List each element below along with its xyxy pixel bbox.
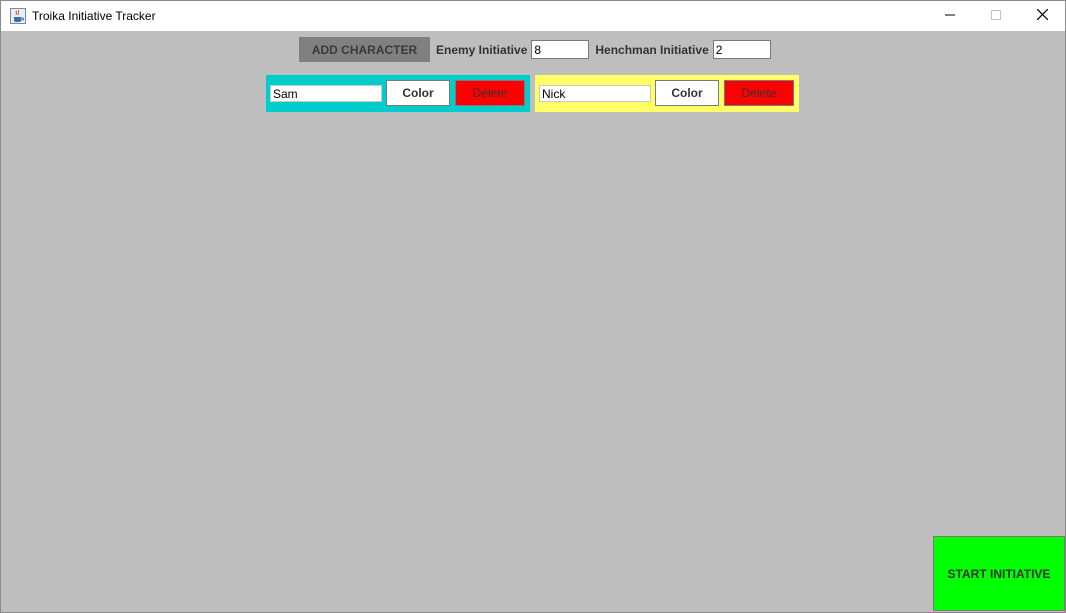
minimize-button[interactable] bbox=[927, 1, 973, 31]
color-button[interactable]: Color bbox=[386, 80, 450, 106]
window-title: Troika Initiative Tracker bbox=[32, 9, 156, 23]
character-card: Color Delete bbox=[266, 75, 530, 112]
start-initiative-button[interactable]: START INITIATIVE bbox=[933, 536, 1065, 611]
main-panel: ADD CHARACTER Enemy Initiative Henchman … bbox=[1, 31, 1065, 612]
character-name-input[interactable] bbox=[270, 85, 382, 102]
toolbar: ADD CHARACTER Enemy Initiative Henchman … bbox=[299, 37, 771, 62]
color-button[interactable]: Color bbox=[655, 80, 719, 106]
henchman-initiative-label: Henchman Initiative bbox=[595, 42, 709, 57]
minimize-icon bbox=[945, 7, 955, 25]
maximize-icon bbox=[991, 7, 1001, 25]
title-bar: Troika Initiative Tracker bbox=[1, 1, 1065, 31]
add-character-button[interactable]: ADD CHARACTER bbox=[299, 37, 430, 62]
character-card: Color Delete bbox=[535, 75, 799, 112]
java-cup-icon bbox=[10, 8, 26, 24]
enemy-initiative-label: Enemy Initiative bbox=[436, 42, 528, 57]
delete-button[interactable]: Delete bbox=[724, 80, 794, 106]
delete-button[interactable]: Delete bbox=[455, 80, 525, 106]
enemy-initiative-input[interactable] bbox=[531, 40, 590, 59]
close-button[interactable] bbox=[1019, 1, 1065, 31]
maximize-button[interactable] bbox=[973, 1, 1019, 31]
window-controls bbox=[927, 1, 1065, 31]
character-name-input[interactable] bbox=[539, 85, 651, 102]
henchman-initiative-input[interactable] bbox=[712, 40, 771, 59]
close-icon bbox=[1036, 7, 1048, 25]
app-window: Troika Initiative Tracker ADD CHARACTER bbox=[0, 0, 1066, 613]
